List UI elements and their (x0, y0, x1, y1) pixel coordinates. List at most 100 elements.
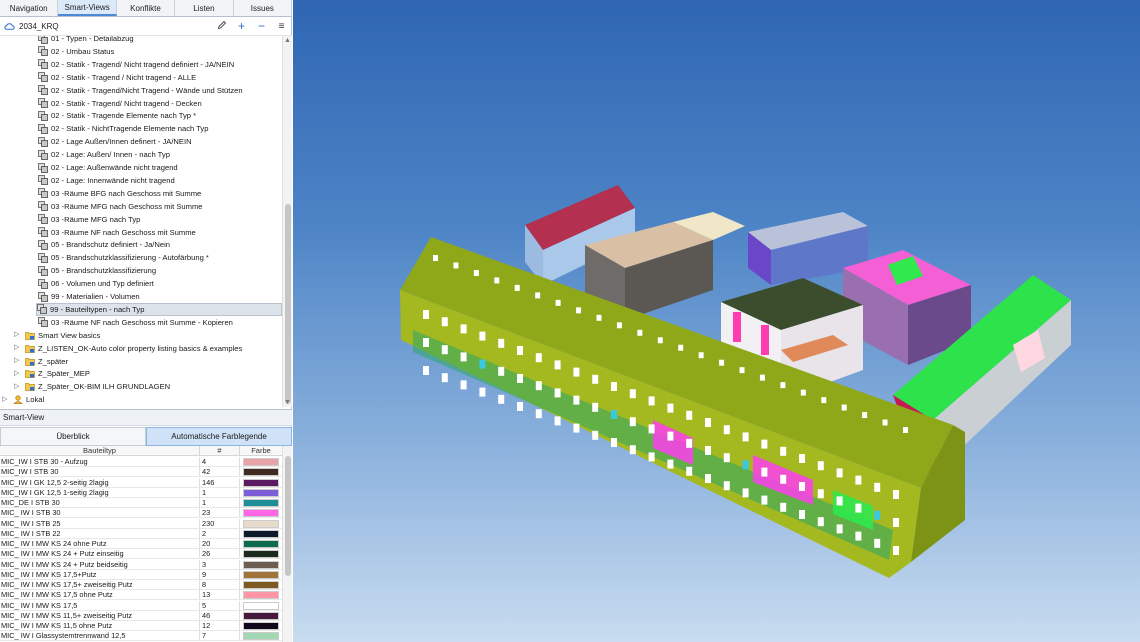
legend-color-swatch[interactable] (243, 581, 279, 589)
legend-row[interactable]: MIC_ IW I MW KS 24 ohne Putz 20 (0, 539, 282, 550)
legend-color-swatch[interactable] (243, 591, 279, 600)
tree-smart-view-item[interactable]: 02 - Lage: Innenwände nicht tragend (38, 174, 175, 187)
window (780, 502, 787, 512)
tree-smart-view-item[interactable]: 02 - Lage Außen/Innen definert - JA/NEIN (38, 135, 192, 148)
legend-color-swatch[interactable] (243, 540, 279, 548)
legend-color-swatch[interactable] (243, 509, 279, 518)
legend-color-swatch[interactable] (243, 499, 279, 507)
legend-row[interactable]: MIC_IW I STB 30 - Aufzug 4 (0, 457, 282, 468)
pencil-icon[interactable] (215, 20, 228, 33)
legend-color-swatch[interactable] (243, 458, 279, 466)
scroll-down-icon[interactable]: ▼ (284, 399, 291, 406)
tree-smart-view-item[interactable]: 06 - Volumen und Typ definiert (38, 277, 154, 290)
tree-smart-view-item[interactable]: 02 - Lage: Außenwände nicht tragend (38, 161, 178, 174)
tree-smart-view-item[interactable]: 02 - Lage: Außen/ Innen - nach Typ (38, 148, 170, 161)
legend-row[interactable]: MIC_IW I GK 12,5 2-seitig 2lagig 146 (0, 477, 282, 488)
legend-color-swatch[interactable] (243, 632, 279, 641)
tree-smart-view-item[interactable]: 01 - Typen - Detailabzug (38, 36, 134, 45)
tree-smart-view-item[interactable]: 05 - Brandschutzklassifizierung - Autofä… (38, 251, 209, 264)
tree-smart-view-item[interactable]: 03 -Räume MFG nach Typ (38, 213, 140, 226)
legend-color-swatch[interactable] (243, 611, 279, 620)
expand-arrow-icon[interactable]: ▷ (14, 357, 22, 365)
tab-listen[interactable]: Listen (175, 0, 234, 16)
tree-scroll-thumb[interactable] (285, 204, 291, 404)
menu-icon[interactable]: ≡ (275, 20, 288, 33)
tree-folder[interactable]: ▷ Z_Später_OK-BIM ILH GRUNDLAGEN (14, 380, 170, 393)
legend-color-swatch[interactable] (243, 601, 279, 610)
column-header-count[interactable]: # (199, 446, 239, 455)
expand-arrow-icon[interactable]: ▷ (14, 331, 22, 339)
legend-color-swatch[interactable] (243, 478, 279, 487)
tree-smart-view-item[interactable]: 02 - Statik - NichtTragende Elemente nac… (38, 122, 208, 135)
tree-smart-view-item[interactable]: 02 - Statik - Tragend/ Nicht tragend - D… (38, 97, 202, 110)
tree-folder[interactable]: ▷ Z_LISTEN_OK-Auto color property listing… (14, 342, 242, 355)
tree-smart-view-item[interactable]: 02 - Statik - Tragend / Nicht tragend - … (38, 71, 196, 84)
legend-row[interactable]: MIC_ IW I STB 22 2 (0, 528, 282, 539)
tree-item-label: 02 - Statik - Tragend/ Nicht tragend def… (51, 59, 235, 69)
tree-smart-view-item[interactable]: 03 -Räume NF nach Geschoss mit Summe - K… (38, 316, 233, 329)
building-model[interactable] (293, 0, 1140, 642)
minus-icon[interactable]: − (255, 20, 268, 33)
column-header-type[interactable]: Bauteiltyp (0, 446, 199, 455)
tree-smart-view-item[interactable]: 02 - Statik - Tragend/Nicht Tragend - Wä… (38, 84, 243, 97)
legend-row[interactable]: MIC_ IW I MW KS 11,5 ohne Putz 12 (0, 621, 282, 632)
tree-folder[interactable]: ▷ Z_Später_MEP (14, 367, 90, 380)
roof-window (576, 307, 582, 314)
window (705, 418, 711, 427)
tree-local-folder[interactable]: ▷ Lokal (2, 393, 44, 406)
plus-icon[interactable]: + (235, 20, 248, 33)
legend-color-swatch[interactable] (243, 468, 279, 477)
legend-row[interactable]: MIC_ IW I MW KS 24 + Putz einseitig 26 (0, 549, 282, 560)
tree-smart-view-item[interactable]: 05 - Brandschutz definiert - Ja/Nein (38, 238, 170, 251)
expand-arrow-icon[interactable]: ▷ (14, 383, 22, 391)
legend-row[interactable]: MIC_DE I STB 30 1 (0, 498, 282, 509)
tree-smart-view-item[interactable]: 03 -Räume BFG nach Geschoss mit Summe (38, 187, 201, 200)
smart-view-icon (38, 239, 48, 250)
tab-issues[interactable]: Issues (234, 0, 293, 16)
legend-row[interactable]: MIC_ IW I MW KS 17,5+Putz 9 (0, 569, 282, 580)
tab-auto-color-legend[interactable]: Automatische Farblegende (146, 427, 292, 446)
legend-color-swatch[interactable] (243, 529, 279, 538)
legend-color-swatch[interactable] (243, 550, 279, 559)
tab-navigation[interactable]: Navigation (0, 0, 59, 16)
tree-folder[interactable]: ▷ Z_später (14, 355, 68, 368)
expand-arrow-icon[interactable]: ▷ (2, 396, 10, 404)
tree-scrollbar[interactable]: ▲ ▼ (282, 36, 292, 407)
legend-row[interactable]: MIC_ IW I MW KS 17,5 5 (0, 600, 282, 611)
legend-color-swatch[interactable] (243, 488, 279, 497)
legend-scroll-thumb[interactable] (285, 456, 291, 576)
tree-smart-view-item[interactable]: 99 - Bauteiltypen - nach Typ (36, 302, 282, 316)
tree-smart-view-item[interactable]: 02 - Statik - Tragend/ Nicht tragend def… (38, 58, 234, 71)
legend-row[interactable]: MIC_ IW I MW KS 24 + Putz beidseitig 3 (0, 559, 282, 570)
expand-arrow-icon[interactable]: ▷ (14, 344, 22, 352)
legend-row[interactable]: MIC_ IW I STB 25 230 (0, 518, 282, 529)
legend-scrollbar[interactable] (282, 446, 292, 642)
legend-row[interactable]: MIC_IW I STB 30 42 (0, 467, 282, 478)
legend-row[interactable]: MIC_ IW I MW KS 11,5+ zweiseitig Putz 46 (0, 610, 282, 621)
tree-smart-view-item[interactable]: 05 - Brandschutzklassifizierung (38, 264, 156, 277)
legend-row[interactable]: MIC_ IW I STB 30 23 (0, 508, 282, 519)
legend-color-swatch[interactable] (243, 519, 279, 528)
tree-folder[interactable]: ▷ Smart View basics (14, 329, 100, 342)
legend-row[interactable]: MIC_ IW I MW KS 17,5+ zweiseitig Putz 8 (0, 580, 282, 591)
legend-row[interactable]: MIC_ IW I MW KS 17,5 ohne Putz 13 (0, 590, 282, 601)
tree-smart-view-item[interactable]: 02 - Umbau Status (38, 45, 114, 58)
scroll-up-icon[interactable]: ▲ (284, 37, 291, 44)
tree-smart-view-item[interactable]: 03 -Räume NF nach Geschoss mit Summe (38, 226, 196, 239)
legend-row[interactable]: MIC_ IW I Glassystemtrennwand 12,5 7 (0, 631, 282, 642)
legend-color-swatch[interactable] (243, 570, 279, 579)
legend-row[interactable]: MIC_IW I GK 12,5 1-seitig 2lagig 1 (0, 487, 282, 498)
tab-konflikte[interactable]: Konflikte (117, 0, 176, 16)
window (441, 345, 448, 355)
expand-arrow-icon[interactable]: ▷ (14, 370, 22, 378)
tree-smart-view-item[interactable]: 99 - Materialien - Volumen (38, 290, 140, 303)
tree-smart-view-item[interactable]: 02 - Statik - Tragende Elemente nach Typ… (38, 109, 196, 122)
tab-overview[interactable]: Überblick (0, 427, 146, 446)
legend-color-swatch[interactable] (243, 622, 279, 630)
tab-smart-views[interactable]: Smart-Views (58, 0, 117, 16)
legend-type: MIC_ IW I MW KS 17,5 ohne Putz (1, 590, 113, 600)
column-header-color[interactable]: Farbe (239, 446, 282, 455)
legend-color-swatch[interactable] (243, 560, 279, 569)
3d-viewport[interactable] (293, 0, 1140, 642)
tree-smart-view-item[interactable]: 03 -Räume MFG nach Geschoss mit Summe (38, 200, 203, 213)
